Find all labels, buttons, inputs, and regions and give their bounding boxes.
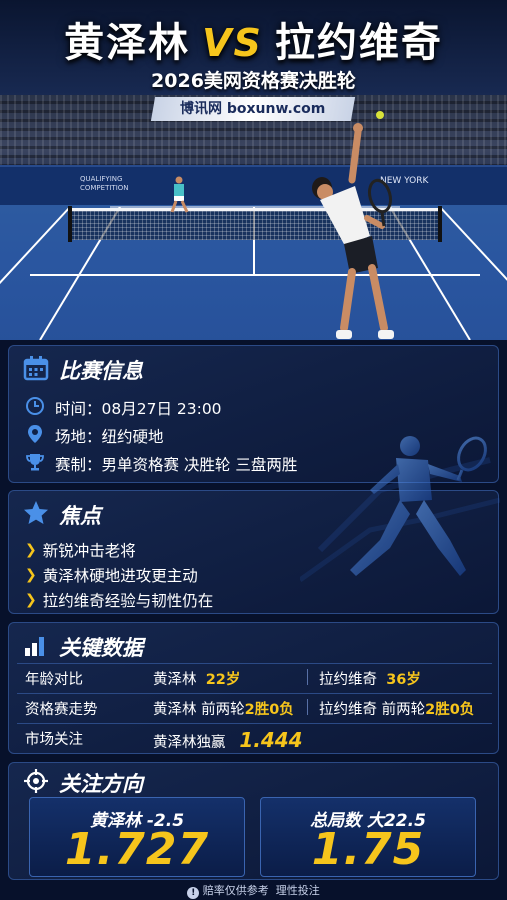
net-post-left	[68, 206, 72, 242]
focus-point: ❯ 黄泽林硬地进攻更主动	[25, 564, 198, 586]
footer-disclaimer: ! 赔率仅供参考 理性投注	[0, 882, 507, 899]
info-event-row: 赛制：男单资格赛 决胜轮 三盘两胜	[25, 452, 297, 476]
chevron-right-icon: ❯	[25, 567, 37, 583]
info-icon: !	[187, 887, 200, 899]
court-wall	[0, 165, 507, 205]
stats-card-title: 关键数据	[59, 636, 143, 660]
target-icon	[23, 768, 49, 798]
match-title: 黄泽林 VS 拉约维奇	[0, 10, 507, 68]
bet-option-odds: 1.75	[311, 824, 425, 875]
focus-card-title: 焦点	[59, 504, 101, 528]
vs-label: VS	[202, 21, 263, 65]
key-stats-card: 关键数据 年龄对比 黄泽林 22岁 拉约维奇 36岁 资格赛走势 黄泽林 前两轮…	[8, 622, 499, 754]
stat-a-text: 黄泽林 前两轮	[153, 702, 245, 718]
footer-text: 赔率仅供参考 理性投注	[202, 884, 320, 897]
bet-option-odds: 1.727	[64, 824, 210, 875]
stat-market-text: 黄泽林独赢	[153, 735, 226, 751]
wall-sign-left: QUALIFYING COMPETITION	[80, 175, 129, 192]
stat-player-a: 黄泽林 前两轮2胜0负	[153, 698, 294, 719]
stat-divider	[307, 699, 308, 715]
focus-point-text: 拉约维奇经验与韧性仍在	[42, 592, 214, 610]
clock-icon	[25, 396, 45, 420]
info-card-header: 比赛信息	[23, 354, 143, 386]
info-card-title: 比赛信息	[59, 359, 143, 383]
direction-card-title: 关注方向	[59, 772, 143, 796]
net-post-right	[438, 206, 442, 242]
focus-point: ❯ 新锐冲击老将	[25, 539, 136, 561]
stat-b-value: 36岁	[386, 672, 421, 688]
info-venue-row: 场地：纽约硬地	[25, 424, 164, 448]
focus-point-text: 新锐冲击老将	[42, 542, 136, 560]
stat-row-market: 市场关注 黄泽林独赢 1.444	[17, 723, 492, 752]
stat-b-value: 2胜0负	[425, 702, 475, 718]
stat-b-text: 拉约维奇 前两轮	[319, 702, 426, 718]
bar-chart-icon	[23, 632, 49, 662]
tennis-player-silhouette	[300, 436, 500, 583]
focus-point: ❯ 拉约维奇经验与韧性仍在	[25, 589, 213, 611]
direction-card-header: 关注方向	[23, 767, 143, 799]
far-player-figure	[170, 176, 189, 213]
stat-player-b: 拉约维奇 前两轮2胜0负	[319, 698, 474, 719]
chevron-right-icon: ❯	[25, 542, 37, 558]
stat-a-name: 黄泽林	[153, 672, 197, 688]
stat-market-value: 1.444	[239, 728, 303, 752]
serving-player-figure	[312, 111, 394, 339]
stat-row-form: 资格赛走势 黄泽林 前两轮2胜0负 拉约维奇 前两轮2胜0负	[17, 693, 492, 719]
player-b-name: 拉约维奇	[274, 20, 443, 66]
info-event-text: 赛制：男单资格赛 决胜轮 三盘两胜	[55, 456, 298, 474]
stat-b-name: 拉约维奇	[319, 672, 377, 688]
location-pin-icon	[25, 424, 45, 448]
chevron-right-icon: ❯	[25, 592, 37, 608]
star-icon	[23, 500, 49, 530]
hero-banner: QUALIFYING COMPETITION NEW YORK 黄泽林 VS 拉…	[0, 0, 507, 340]
stat-label: 资格赛走势	[25, 702, 98, 718]
site-badge[interactable]: 博讯网 boxunw.com	[150, 97, 356, 121]
calendar-icon	[23, 355, 49, 385]
stat-a-value: 22岁	[205, 672, 241, 688]
match-subtitle: 2026美网资格赛决胜轮	[151, 70, 356, 92]
info-time-row: 时间：08月27日 23:00	[25, 396, 222, 420]
stat-player-a: 黄泽林 22岁	[153, 668, 240, 689]
stat-divider	[307, 669, 308, 685]
trophy-icon	[25, 452, 45, 476]
info-time-text: 时间：08月27日 23:00	[55, 400, 222, 418]
stat-row-age: 年龄对比 黄泽林 22岁 拉约维奇 36岁	[17, 663, 492, 689]
stat-market: 黄泽林独赢 1.444	[153, 728, 303, 752]
bet-option-total-games[interactable]: 总局数 大22.5 1.75	[260, 797, 476, 877]
bet-option-handicap[interactable]: 黄泽林 -2.5 1.727	[29, 797, 245, 877]
player-a-name: 黄泽林	[64, 20, 191, 66]
stat-label: 年龄对比	[25, 672, 83, 688]
stat-label: 市场关注	[25, 732, 83, 748]
focus-card-header: 焦点	[23, 499, 101, 531]
stat-a-value: 2胜0负	[244, 702, 294, 718]
stats-card-header: 关键数据	[23, 631, 143, 663]
stat-player-b: 拉约维奇 36岁	[319, 668, 421, 689]
info-venue-text: 场地：纽约硬地	[55, 428, 164, 446]
site-badge-text: 博讯网 boxunw.com	[180, 101, 326, 117]
focus-point-text: 黄泽林硬地进攻更主动	[42, 567, 198, 585]
